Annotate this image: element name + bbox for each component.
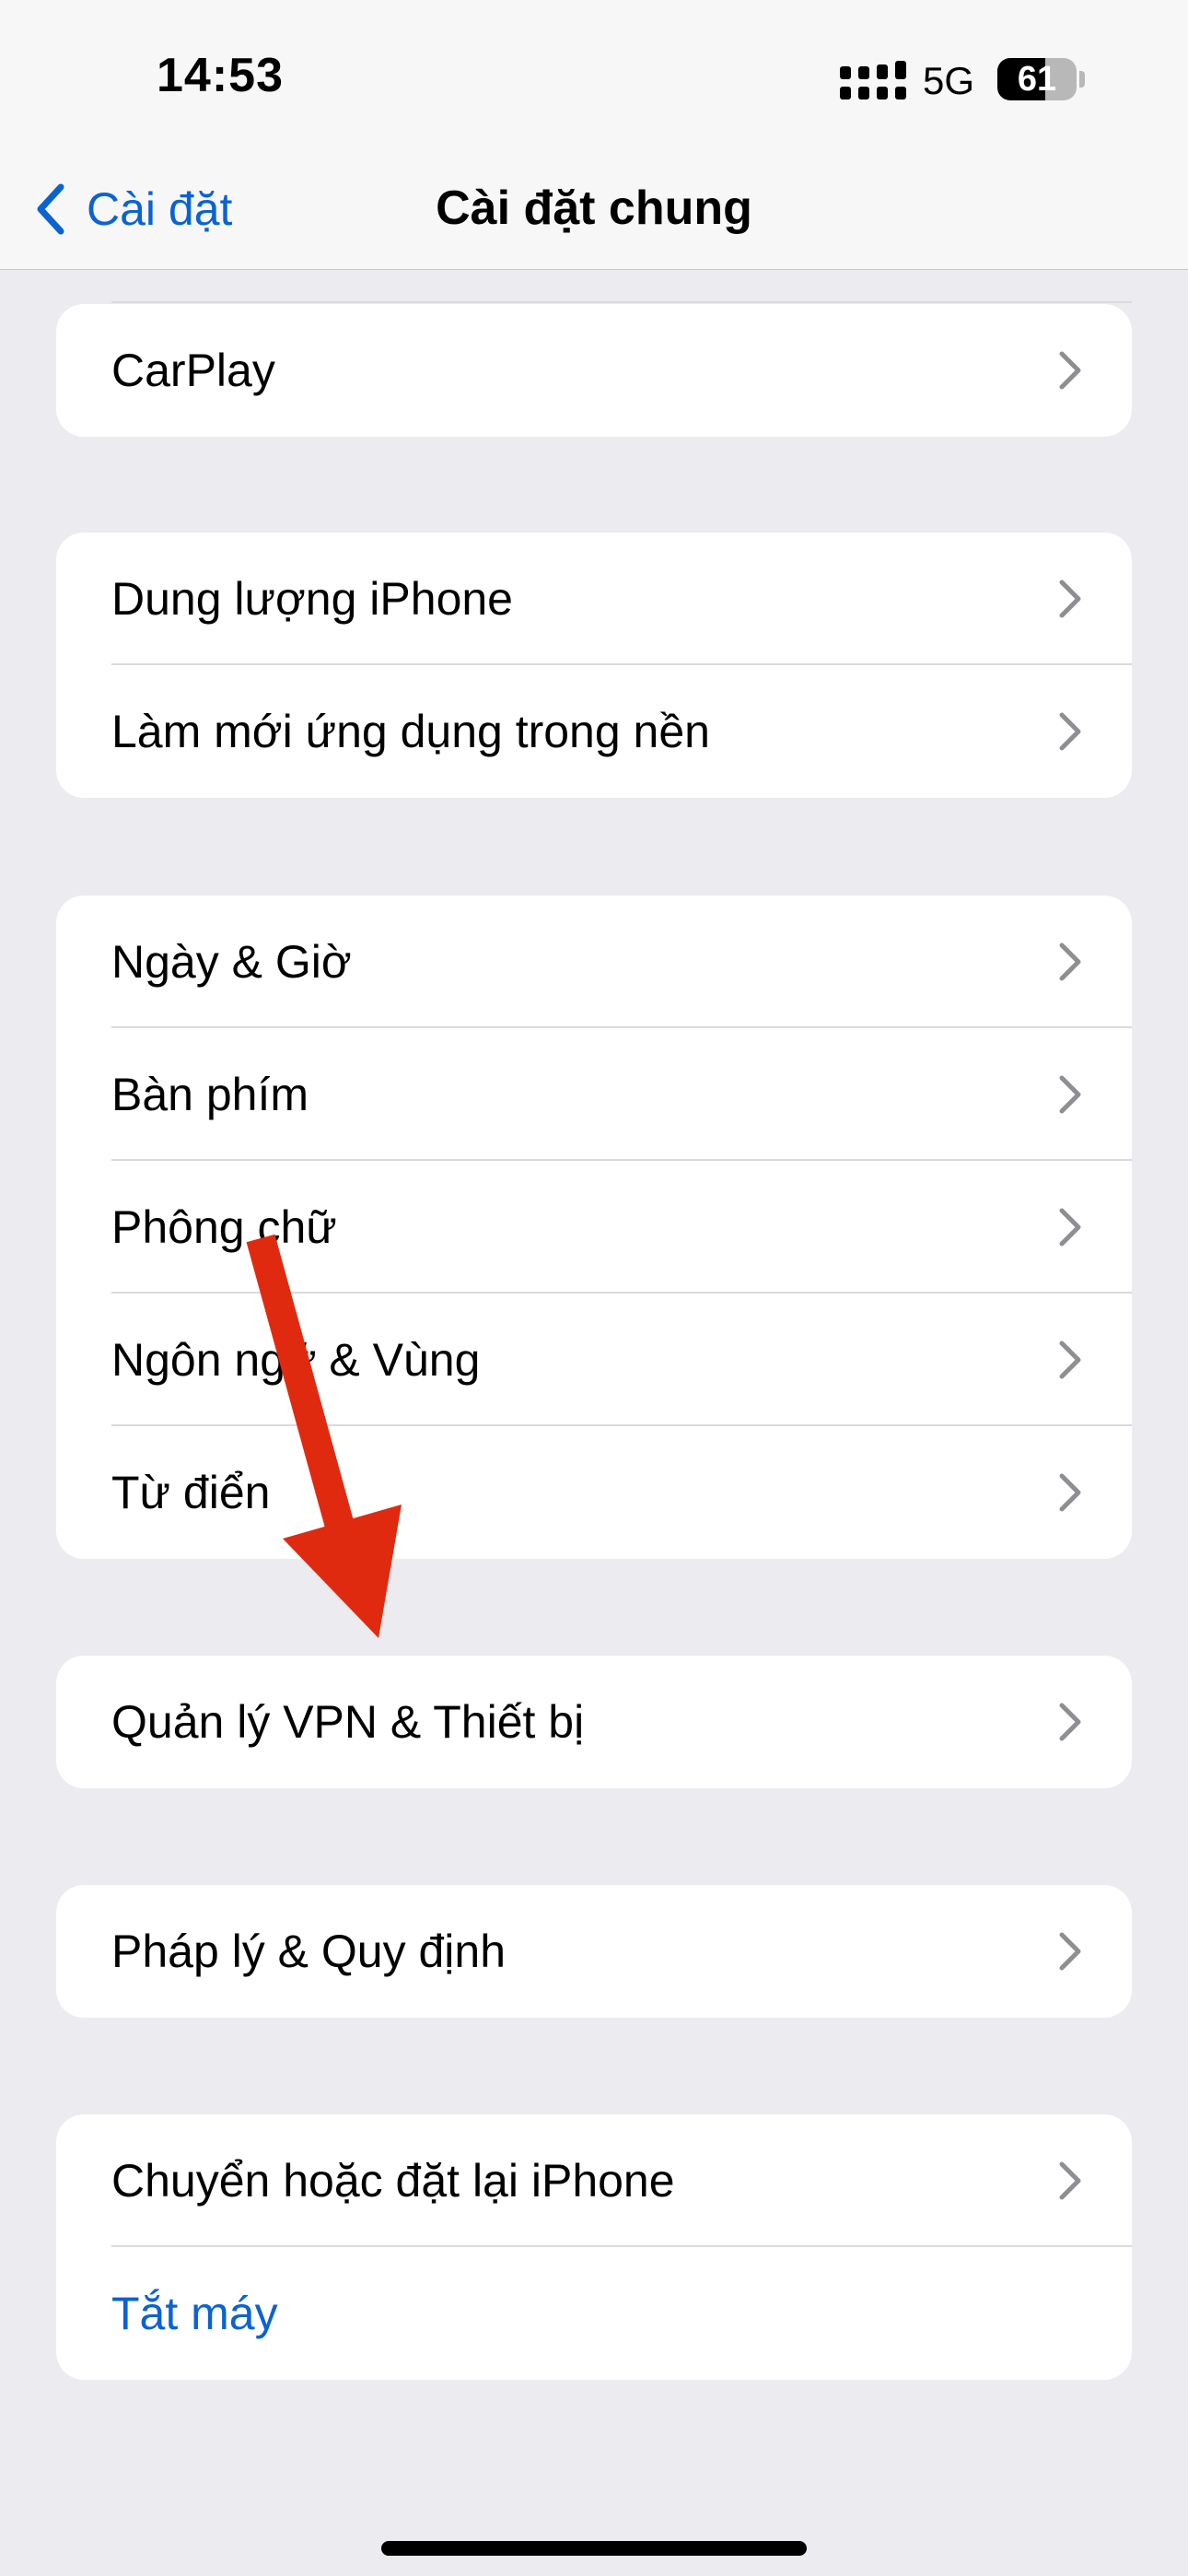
chevron-right-icon: [1059, 2161, 1081, 2200]
row-date-time[interactable]: Ngày & Giờ: [56, 896, 1132, 1028]
status-time: 14:53: [157, 49, 284, 102]
row-background-app-refresh[interactable]: Làm mới ứng dụng trong nền: [56, 665, 1132, 798]
row-iphone-storage[interactable]: Dung lượng iPhone: [56, 533, 1132, 665]
group-legal: Pháp lý & Quy định: [56, 1885, 1132, 2018]
row-carplay[interactable]: CarPlay: [56, 304, 1132, 437]
group-carplay: CarPlay: [56, 304, 1132, 437]
chevron-right-icon: [1059, 1208, 1081, 1247]
battery-icon: 61: [997, 58, 1077, 100]
row-label: Dung lượng iPhone: [111, 573, 513, 625]
row-legal-regulatory[interactable]: Pháp lý & Quy định: [56, 1885, 1132, 2018]
shut-down-link: Tắt máy: [111, 2288, 278, 2339]
row-fonts[interactable]: Phông chữ: [56, 1161, 1132, 1294]
battery-cap: [1079, 71, 1085, 88]
chevron-right-icon: [1059, 351, 1081, 390]
row-shut-down[interactable]: Tắt máy: [56, 2247, 1132, 2380]
chevron-right-icon: [1059, 1341, 1081, 1379]
settings-general-screen: CarPlay Dung lượng iPhone Làm mới ứng dụ…: [0, 0, 1188, 2576]
chevron-right-icon: [1059, 1075, 1081, 1114]
group-vpn: Quản lý VPN & Thiết bị: [56, 1656, 1132, 1788]
page-title: Cài đặt chung: [436, 181, 752, 235]
row-label: CarPlay: [111, 345, 275, 396]
row-dictionary[interactable]: Từ điển: [56, 1426, 1132, 1559]
row-label: Từ điển: [111, 1467, 271, 1518]
home-indicator[interactable]: [381, 2541, 807, 2556]
row-label: Làm mới ứng dụng trong nền: [111, 706, 710, 757]
chevron-right-icon: [1059, 712, 1081, 751]
chevron-right-icon: [1059, 1703, 1081, 1741]
row-transfer-reset[interactable]: Chuyển hoặc đặt lại iPhone: [56, 2114, 1132, 2247]
row-label: Ngày & Giờ: [111, 936, 352, 988]
chevron-right-icon: [1059, 1932, 1081, 1971]
network-type: 5G: [923, 59, 975, 102]
chevron-right-icon: [1059, 1473, 1081, 1512]
row-vpn-device-management[interactable]: Quản lý VPN & Thiết bị: [56, 1656, 1132, 1788]
row-keyboard[interactable]: Bàn phím: [56, 1028, 1132, 1161]
chevron-right-icon: [1059, 580, 1081, 618]
battery-percentage: 61: [1017, 60, 1057, 99]
row-label: Ngôn ngữ & Vùng: [111, 1334, 481, 1386]
chevron-right-icon: [1059, 943, 1081, 981]
navigation-bar: 14:53 5G 61 Cài đặt Cài đặt chung: [0, 0, 1188, 270]
row-label: Chuyển hoặc đặt lại iPhone: [111, 2155, 675, 2207]
row-language-region[interactable]: Ngôn ngữ & Vùng: [56, 1294, 1132, 1426]
row-label: Phông chữ: [111, 1201, 337, 1253]
group-storage: Dung lượng iPhone Làm mới ứng dụng trong…: [56, 533, 1132, 798]
row-label: Bàn phím: [111, 1069, 309, 1120]
group-locale: Ngày & Giờ Bàn phím Phông chữ Ngôn ngữ &…: [56, 896, 1132, 1559]
group-reset: Chuyển hoặc đặt lại iPhone Tắt máy: [56, 2114, 1132, 2380]
row-divider: [111, 301, 1132, 303]
cellular-signal-icon: [840, 61, 906, 100]
row-label: Pháp lý & Quy định: [111, 1926, 507, 1977]
row-label: Quản lý VPN & Thiết bị: [111, 1696, 585, 1748]
